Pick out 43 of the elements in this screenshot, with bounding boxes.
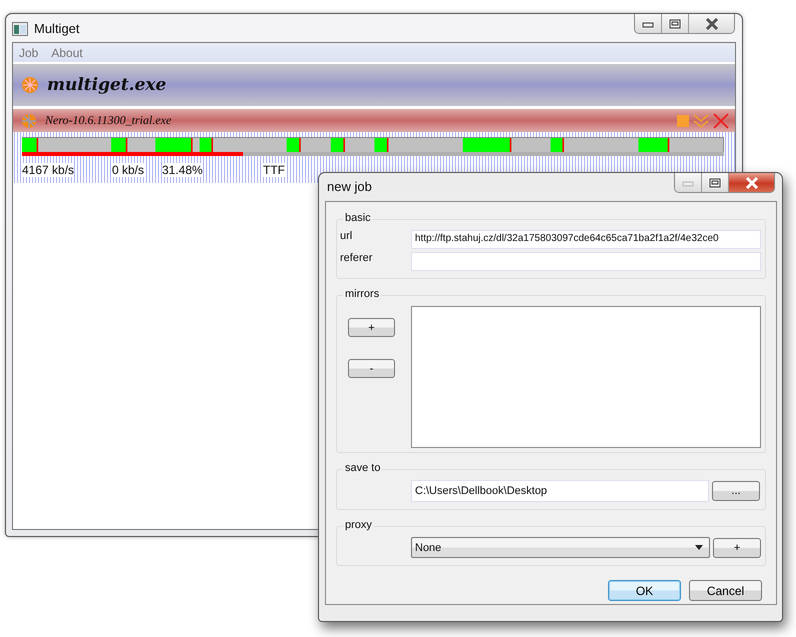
- group-title: save to: [343, 462, 382, 474]
- wheel-icon: [21, 76, 39, 94]
- close-button[interactable]: [689, 14, 734, 33]
- menu-item[interactable]: About: [51, 46, 83, 60]
- ok-button[interactable]: OK: [608, 580, 681, 601]
- maximize-icon: [709, 178, 721, 188]
- referer-field[interactable]: [411, 252, 761, 271]
- menu-item[interactable]: Job: [19, 46, 38, 60]
- upload-speed: 0 kb/s: [112, 163, 144, 177]
- download-speed: 4167 kb/s: [22, 163, 74, 177]
- maximize-button[interactable]: [662, 14, 689, 33]
- job-name: Nero-10.6.11300_trial.exe: [45, 113, 172, 128]
- url-field[interactable]: http://ftp.stahuj.cz/dl/32a175803097cde64c65ca71ba2f1a2f/4e32ce0: [411, 230, 761, 249]
- header-title: multiget.exe: [47, 75, 166, 95]
- dialog-title: new job: [327, 179, 372, 194]
- percent-text: 31.48%: [162, 163, 203, 177]
- time-text: TTF: [263, 163, 285, 177]
- minimize-button[interactable]: [635, 14, 662, 33]
- browse-button[interactable]: ...: [712, 481, 760, 501]
- close-button[interactable]: [729, 173, 774, 192]
- wheel-icon: [21, 112, 37, 128]
- close-icon[interactable]: [713, 112, 729, 128]
- close-icon: [704, 18, 718, 30]
- add-mirror-button[interactable]: +: [348, 318, 395, 337]
- path-field[interactable]: C:\Users\Dellbook\Desktop: [411, 480, 709, 502]
- group-title: basic: [343, 212, 373, 224]
- double-chevron-icon[interactable]: [693, 112, 709, 128]
- group-title: proxy: [343, 519, 374, 531]
- field-label: referer: [340, 252, 374, 264]
- cancel-button[interactable]: Cancel: [689, 580, 762, 601]
- window-title: Multiget: [34, 21, 80, 36]
- dropdown-arrow-icon: [695, 545, 704, 550]
- field-label: url: [340, 230, 354, 242]
- minimize-icon: [682, 178, 694, 186]
- add-proxy-button[interactable]: +: [713, 538, 761, 558]
- minimize-icon: [642, 20, 654, 28]
- app-icon: [12, 22, 28, 36]
- close-icon: [744, 176, 758, 188]
- maximize-icon: [669, 18, 681, 28]
- remove-mirror-button[interactable]: -: [348, 359, 395, 378]
- maximize-button[interactable]: [702, 173, 729, 192]
- group-title: mirrors: [343, 288, 382, 300]
- proxy-dropdown[interactable]: None: [411, 537, 710, 558]
